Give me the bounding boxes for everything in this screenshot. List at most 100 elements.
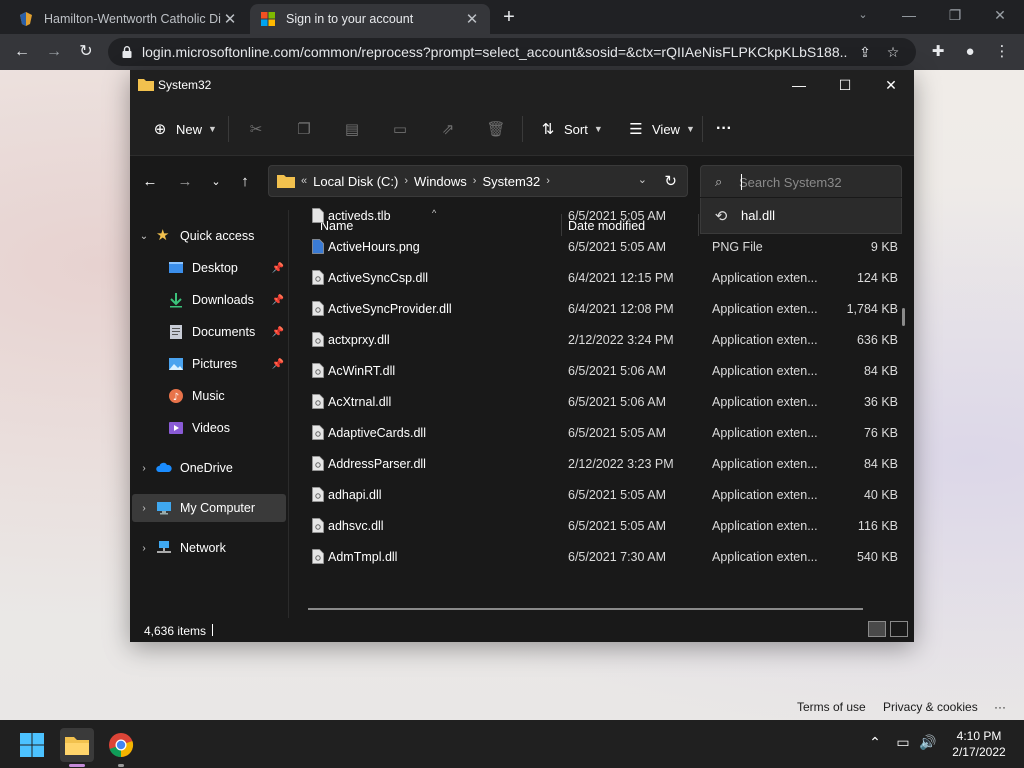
browser-close-icon[interactable]: ✕ bbox=[988, 4, 1012, 26]
browser-menu-icon[interactable]: ⋮ bbox=[990, 40, 1014, 64]
breadcrumb-system32[interactable]: System32 bbox=[482, 174, 540, 189]
sidebar-item-downloads[interactable]: Downloads 📌 bbox=[132, 286, 286, 314]
up-arrow-icon[interactable]: ↑ bbox=[233, 170, 257, 194]
chevron-right-icon[interactable]: › bbox=[132, 463, 156, 474]
file-type: Application exten... bbox=[712, 550, 818, 564]
sidebar-item-my-computer[interactable]: › My Computer bbox=[132, 494, 286, 522]
more-options-link[interactable]: ··· bbox=[994, 700, 1006, 714]
search-box[interactable]: ⌕ bbox=[700, 165, 902, 197]
maximize-icon[interactable]: ☐ bbox=[822, 70, 868, 100]
breadcrumb-chevron-icon[interactable]: › bbox=[473, 175, 477, 187]
search-input[interactable] bbox=[739, 171, 889, 193]
file-size: 1,784 KB bbox=[846, 302, 898, 316]
tab-search-chevron-icon[interactable]: ⌄ bbox=[851, 4, 875, 26]
browser-restore-icon[interactable]: ❐ bbox=[943, 4, 967, 26]
forward-arrow-icon[interactable]: → bbox=[173, 170, 197, 194]
pane-splitter[interactable] bbox=[288, 210, 289, 620]
sidebar-item-documents[interactable]: Documents 📌 bbox=[132, 318, 286, 346]
sidebar-item-music[interactable]: ♪ Music bbox=[132, 382, 286, 410]
windows-start-icon[interactable] bbox=[15, 728, 49, 762]
recent-locations-chevron-icon[interactable]: ⌄ bbox=[204, 170, 228, 194]
view-button[interactable]: ☰ View ▼ bbox=[626, 116, 695, 142]
tab-close-icon[interactable]: ✕ bbox=[464, 10, 480, 28]
network-monitor-icon[interactable]: ▭ bbox=[892, 734, 914, 751]
rename-button[interactable]: ▭ bbox=[390, 116, 416, 142]
extensions-puzzle-icon[interactable]: ✚ bbox=[926, 40, 950, 64]
suggestion-text: hal.dll bbox=[741, 208, 775, 223]
browser-tab-hwcdsb[interactable]: Hamilton-Wentworth Catholic Di ✕ bbox=[8, 4, 248, 34]
sidebar-item-quick-access[interactable]: ⌄ ★ Quick access bbox=[132, 222, 286, 250]
horizontal-scrollbar-thumb[interactable] bbox=[308, 608, 863, 610]
refresh-icon[interactable]: ↻ bbox=[664, 172, 677, 190]
sort-button[interactable]: ⇅ Sort ▼ bbox=[538, 116, 603, 142]
sidebar-item-pictures[interactable]: Pictures 📌 bbox=[132, 350, 286, 378]
table-row[interactable]: AddressParser.dll 2/12/2022 3:23 PM Applic… bbox=[300, 448, 904, 479]
sidebar-item-desktop[interactable]: Desktop 📌 bbox=[132, 254, 286, 282]
sidebar-item-onedrive[interactable]: › OneDrive bbox=[132, 454, 286, 482]
show-hidden-icons-chevron-icon[interactable]: ⌃ bbox=[864, 734, 886, 751]
back-arrow-icon[interactable]: ← bbox=[10, 40, 34, 64]
breadcrumb-chevron-icon[interactable]: › bbox=[546, 175, 550, 187]
image-file-icon bbox=[312, 239, 324, 254]
browser-minimize-icon[interactable]: — bbox=[897, 4, 921, 26]
chevron-right-icon[interactable]: › bbox=[132, 543, 156, 554]
paste-button[interactable]: ▤ bbox=[342, 116, 368, 142]
browser-tab-signin[interactable]: Sign in to your account ✕ bbox=[250, 4, 490, 34]
table-row[interactable]: ActiveSyncProvider.dll 6/4/2021 12:08 PM A… bbox=[300, 293, 904, 324]
large-icons-view-icon[interactable] bbox=[890, 621, 908, 637]
breadcrumb-local-disk[interactable]: Local Disk (C:) bbox=[313, 174, 398, 189]
sidebar-item-network[interactable]: › Network bbox=[132, 534, 286, 562]
address-bar[interactable]: login.microsoftonline.com/common/reproce… bbox=[108, 38, 916, 66]
file-name: AdmTmpl.dll bbox=[328, 550, 398, 564]
back-arrow-icon[interactable]: ← bbox=[138, 170, 162, 194]
share-icon[interactable]: ⇪ bbox=[854, 44, 876, 61]
breadcrumb-overflow-icon[interactable]: « bbox=[301, 175, 307, 187]
file-type: Application exten... bbox=[712, 395, 818, 409]
system-clock[interactable]: 4:10 PM 2/17/2022 bbox=[944, 728, 1014, 760]
explorer-title-bar[interactable]: System32 — ☐ ✕ bbox=[130, 70, 914, 100]
volume-icon[interactable]: 🔊 bbox=[917, 734, 939, 751]
cut-button[interactable]: ✂ bbox=[246, 116, 272, 142]
chevron-down-icon[interactable]: ⌄ bbox=[638, 173, 647, 186]
table-row[interactable]: AcXtrnal.dll 6/5/2021 5:06 AM Application … bbox=[300, 386, 904, 417]
privacy-cookies-link[interactable]: Privacy & cookies bbox=[883, 700, 978, 714]
breadcrumb-windows[interactable]: Windows bbox=[414, 174, 467, 189]
breadcrumb-chevron-icon[interactable]: › bbox=[404, 175, 408, 187]
close-icon[interactable]: ✕ bbox=[868, 70, 914, 100]
share-button[interactable]: ⇗ bbox=[438, 116, 464, 142]
reload-icon[interactable]: ↻ bbox=[74, 40, 98, 64]
table-row[interactable]: AdmTmpl.dll 6/5/2021 7:30 AM Application e… bbox=[300, 541, 904, 572]
search-suggestion[interactable]: ⟲ hal.dll bbox=[700, 198, 902, 234]
copy-button[interactable]: ❐ bbox=[294, 116, 320, 142]
minimize-icon[interactable]: — bbox=[776, 70, 822, 100]
file-explorer-taskbar-icon[interactable] bbox=[60, 728, 94, 762]
bookmark-star-icon[interactable]: ☆ bbox=[882, 44, 904, 61]
forward-arrow-icon[interactable]: → bbox=[42, 40, 66, 64]
pin-icon: 📌 bbox=[271, 294, 284, 306]
more-options-button[interactable]: ··· bbox=[716, 116, 732, 142]
terms-of-use-link[interactable]: Terms of use bbox=[797, 700, 866, 714]
table-row[interactable]: ActiveHours.png 6/5/2021 5:05 AM PNG File 9… bbox=[300, 231, 904, 262]
chrome-taskbar-icon[interactable] bbox=[104, 728, 138, 762]
table-row[interactable]: AcWinRT.dll 6/5/2021 5:06 AM Application e… bbox=[300, 355, 904, 386]
table-row[interactable]: actxprxy.dll 2/12/2022 3:24 PM Application… bbox=[300, 324, 904, 355]
onedrive-cloud-icon bbox=[156, 462, 172, 472]
table-row[interactable]: ActiveSyncCsp.dll 6/4/2021 12:15 PM Applic… bbox=[300, 262, 904, 293]
new-button[interactable]: ⊕ New ▼ bbox=[150, 116, 217, 142]
sidebar-item-videos[interactable]: Videos bbox=[132, 414, 286, 442]
table-row[interactable]: adhsvc.dll 6/5/2021 5:05 AM Application ex… bbox=[300, 510, 904, 541]
address-breadcrumb[interactable]: « Local Disk (C:) › Windows › System32 ›… bbox=[268, 165, 688, 197]
file-date: 6/5/2021 5:05 AM bbox=[568, 426, 666, 440]
search-icon: ⌕ bbox=[715, 174, 723, 189]
chevron-right-icon[interactable]: › bbox=[132, 503, 156, 514]
vertical-scrollbar-thumb[interactable] bbox=[902, 308, 905, 326]
details-view-icon[interactable] bbox=[868, 621, 886, 637]
profile-avatar-icon[interactable]: ● bbox=[958, 40, 982, 64]
table-row[interactable]: AdaptiveCards.dll 6/5/2021 5:05 AM Applica… bbox=[300, 417, 904, 448]
new-tab-button[interactable]: + bbox=[498, 6, 520, 28]
tab-close-icon[interactable]: ✕ bbox=[222, 10, 238, 28]
chevron-down-icon[interactable]: ⌄ bbox=[132, 231, 156, 242]
delete-button[interactable]: 🗑 bbox=[486, 116, 512, 142]
chevron-down-icon: ▼ bbox=[685, 124, 695, 134]
table-row[interactable]: adhapi.dll 6/5/2021 5:05 AM Application ex… bbox=[300, 479, 904, 510]
